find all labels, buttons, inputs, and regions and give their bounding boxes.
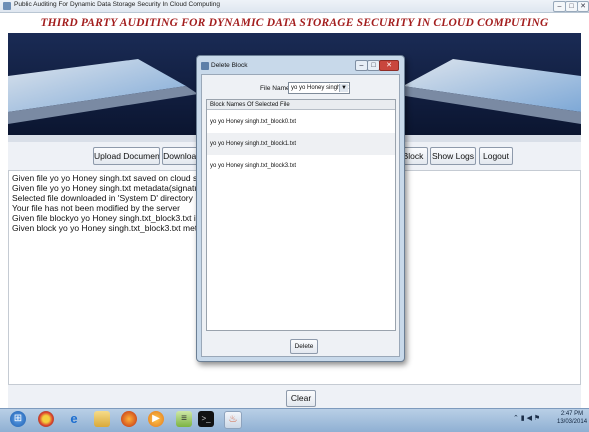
delete-button[interactable]: Delete <box>290 339 318 354</box>
upload-document-button[interactable]: Upload Document <box>93 147 160 165</box>
command-prompt-icon[interactable]: >_ <box>198 411 214 427</box>
taskbar <box>0 408 589 432</box>
folder-icon[interactable] <box>94 411 110 427</box>
system-tray[interactable]: ⌃ ▮ ◀ ⚑ <box>513 414 540 422</box>
dialog-body: File Name yo yo Honey singh.txt ▼ Block … <box>201 74 400 357</box>
dialog-icon <box>201 62 209 70</box>
delete-block-dialog: Delete Block – □ ✕ File Name yo yo Honey… <box>196 55 405 362</box>
internet-explorer-icon[interactable]: e <box>66 411 82 427</box>
close-button[interactable]: ✕ <box>577 1 589 12</box>
clock-date: 13/03/2014 <box>557 419 588 425</box>
media-player-icon[interactable]: ▶ <box>148 411 164 427</box>
file-name-select[interactable]: yo yo Honey singh.txt ▼ <box>288 82 350 94</box>
dialog-close-button[interactable]: ✕ <box>379 60 399 71</box>
java-icon[interactable]: ♨ <box>224 411 242 429</box>
table-row[interactable]: yo yo Honey singh.txt_block0.txt <box>207 111 395 133</box>
file-name-label: File Name <box>260 85 290 92</box>
window-title: Public Auditing For Dynamic Data Storage… <box>14 1 220 8</box>
logout-button[interactable]: Logout <box>479 147 513 165</box>
table-row[interactable]: yo yo Honey singh.txt_block1.txt <box>207 133 395 155</box>
clock-time: 2:47 PM <box>560 411 584 417</box>
table-header: Block Names Of Selected File <box>207 100 395 110</box>
start-orb-icon[interactable]: ⊞ <box>10 411 26 427</box>
dialog-title: Delete Block <box>211 62 248 69</box>
firefox-icon[interactable] <box>121 411 137 427</box>
clear-button[interactable]: Clear <box>286 390 316 407</box>
table-row[interactable]: yo yo Honey singh.txt_block3.txt <box>207 155 395 177</box>
show-logs-button[interactable]: Show Logs <box>430 147 476 165</box>
log-line: Selected file downloaded in 'System D' d… <box>12 193 193 203</box>
block-names-table: Block Names Of Selected File yo yo Honey… <box>206 99 396 331</box>
notepad-icon[interactable]: ≡ <box>176 411 192 427</box>
log-line: Given file yo yo Honey singh.txt saved o… <box>12 173 217 183</box>
chevron-down-icon[interactable]: ▼ <box>339 84 348 92</box>
clock[interactable]: 2:47 PM 13/03/2014 <box>557 410 587 426</box>
log-line: Your file has not been modified by the s… <box>12 203 180 213</box>
app-icon <box>3 2 11 10</box>
chrome-icon[interactable] <box>38 411 54 427</box>
window-title-bar: Public Auditing For Dynamic Data Storage… <box>0 0 589 13</box>
